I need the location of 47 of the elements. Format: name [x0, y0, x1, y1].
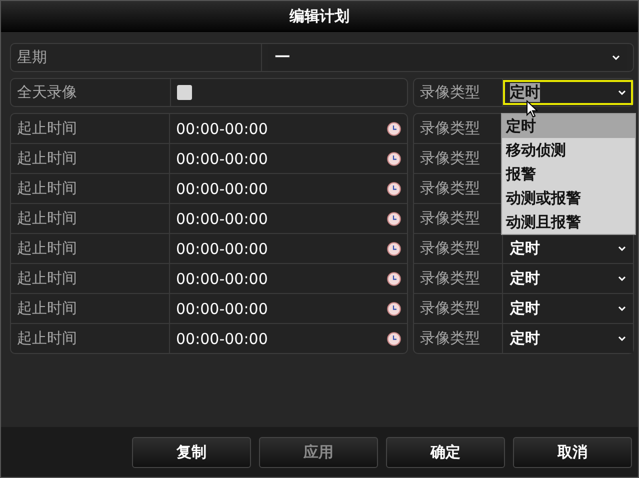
time-range-label: 起止时间 [17, 239, 77, 258]
chevron-down-icon [618, 90, 626, 95]
clock-icon[interactable] [387, 152, 401, 166]
chevron-down-icon [618, 336, 626, 341]
dialog-button[interactable]: 确定 [386, 436, 505, 468]
chevron-down-icon [618, 306, 626, 311]
time-range-field[interactable]: 00:00-00:00 [176, 300, 268, 318]
time-range-label: 起止时间 [17, 329, 77, 348]
time-range-field[interactable]: 00:00-00:00 [176, 210, 268, 228]
all-day-label: 全天录像 [17, 83, 77, 102]
time-range-field[interactable]: 00:00-00:00 [176, 330, 268, 348]
record-type-label: 录像类型 [420, 299, 480, 318]
clock-icon[interactable] [387, 182, 401, 196]
record-type-select[interactable]: 定时 [503, 80, 633, 105]
time-range-label: 起止时间 [17, 209, 77, 228]
time-range-label: 起止时间 [17, 299, 77, 318]
dropdown-option[interactable]: 定时 [502, 114, 635, 138]
window-title: 编辑计划 [290, 6, 350, 26]
time-range-field[interactable]: 00:00-00:00 [176, 270, 268, 288]
time-range-label: 起止时间 [17, 119, 77, 138]
record-type-label: 录像类型 [420, 119, 480, 138]
record-type-label: 录像类型 [420, 329, 480, 348]
record-type-label: 录像类型 [420, 179, 480, 198]
dialog-button[interactable]: 复制 [132, 436, 251, 468]
all-day-checkbox[interactable] [177, 85, 192, 100]
chevron-down-icon [618, 276, 626, 281]
time-range-field[interactable]: 00:00-00:00 [176, 120, 268, 138]
clock-icon[interactable] [387, 302, 401, 316]
time-range-label: 起止时间 [17, 179, 77, 198]
record-type-label: 录像类型 [420, 209, 480, 228]
time-range-field[interactable]: 00:00-00:00 [176, 180, 268, 198]
time-range-label: 起止时间 [17, 149, 77, 168]
record-type-label: 录像类型 [420, 83, 480, 102]
record-type-label: 录像类型 [420, 239, 480, 258]
clock-icon[interactable] [387, 122, 401, 136]
time-range-field[interactable]: 00:00-00:00 [176, 150, 268, 168]
mouse-cursor-icon [526, 100, 538, 118]
clock-icon[interactable] [387, 332, 401, 346]
record-type-label: 录像类型 [420, 149, 480, 168]
time-range-field[interactable]: 00:00-00:00 [176, 240, 268, 258]
chevron-down-icon [618, 246, 626, 251]
clock-icon[interactable] [387, 242, 401, 256]
dialog-button[interactable]: 取消 [513, 436, 632, 468]
record-type-label: 录像类型 [420, 269, 480, 288]
clock-icon[interactable] [387, 212, 401, 226]
clock-icon[interactable] [387, 272, 401, 286]
time-range-label: 起止时间 [17, 269, 77, 288]
